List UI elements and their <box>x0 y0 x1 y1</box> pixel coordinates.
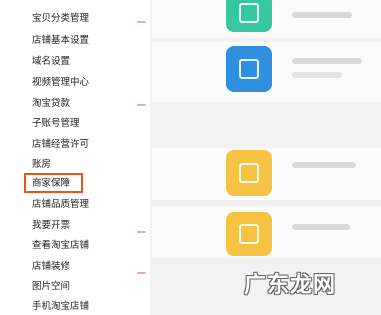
blurred-text <box>292 12 352 18</box>
sidebar-item-taobao-loan[interactable]: 淘宝贷款 <box>32 97 70 111</box>
sidebar-item-quality-management[interactable]: 店铺品质管理 <box>32 198 89 212</box>
sidebar-item-mobile-store[interactable]: 手机淘宝店铺 <box>32 300 89 314</box>
app-card[interactable] <box>152 148 381 200</box>
sidebar-item-invoice[interactable]: 我要开票 <box>32 219 70 233</box>
scroll-marker <box>137 104 146 106</box>
blurred-text <box>292 72 342 78</box>
watermark: 广东龙网 <box>244 273 337 298</box>
scroll-marker <box>137 21 146 23</box>
sidebar-item-store-decoration[interactable]: 店铺装修 <box>32 260 70 274</box>
sidebar-item-store-basic-settings[interactable]: 店铺基本设置 <box>32 34 89 48</box>
sidebar-item-business-license[interactable]: 店铺经营许可 <box>32 138 89 152</box>
sidebar-item-ledger[interactable]: 账房 <box>32 158 51 172</box>
green-app-icon[interactable] <box>226 0 272 32</box>
sidebar: 宝贝分类管理 店铺基本设置 域名设置 视频管理中心 淘宝贷款 子账号管理 店铺经… <box>0 0 150 315</box>
blurred-text <box>292 162 356 168</box>
blue-app-icon[interactable] <box>226 46 272 92</box>
yellow-app-icon[interactable] <box>226 150 272 196</box>
app-card[interactable] <box>152 206 381 258</box>
scroll-marker <box>137 272 146 274</box>
sidebar-item-category-management[interactable]: 宝贝分类管理 <box>32 12 89 26</box>
blurred-text <box>292 224 350 230</box>
app-card[interactable] <box>152 0 381 38</box>
scroll-marker <box>137 231 146 233</box>
app-card[interactable] <box>152 42 381 102</box>
highlight-box <box>24 173 83 193</box>
sidebar-item-view-store[interactable]: 查看淘宝店铺 <box>32 239 89 253</box>
sidebar-item-domain-settings[interactable]: 域名设置 <box>32 55 70 69</box>
sidebar-item-image-space[interactable]: 图片空间 <box>32 280 70 294</box>
blurred-text <box>292 58 362 64</box>
sidebar-item-sub-account[interactable]: 子账号管理 <box>32 117 80 131</box>
yellow-app-icon[interactable] <box>226 212 272 256</box>
sidebar-item-video-center[interactable]: 视频管理中心 <box>32 76 89 90</box>
